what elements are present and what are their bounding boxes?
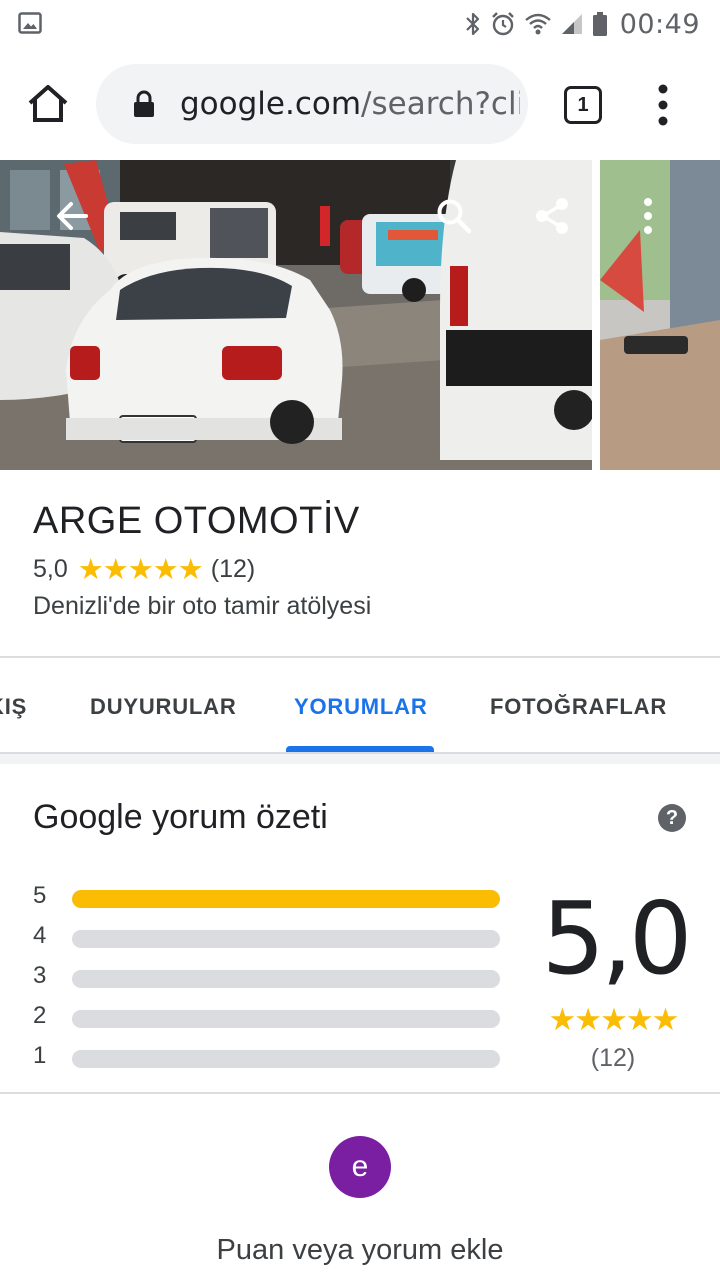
add-review-label[interactable]: Puan veya yorum ekle xyxy=(0,1234,720,1267)
average-score: 5,0 xyxy=(541,880,692,997)
url-text[interactable]: google.com/search?cli xyxy=(180,86,520,122)
rating-bar-track xyxy=(72,890,500,908)
search-icon xyxy=(437,199,472,234)
rating-bar-track xyxy=(72,970,500,988)
place-header: ARGE OTOMOTİV 5,0 ★★★★★ (12) Denizli'de … xyxy=(0,470,720,656)
rating-bar-label: 1 xyxy=(33,1042,47,1069)
browser-toolbar: google.com/search?cli 1 xyxy=(0,48,720,160)
rating-bar-label: 3 xyxy=(33,962,47,989)
lock-icon xyxy=(134,90,154,117)
battery-icon xyxy=(592,12,607,36)
more-vert-icon xyxy=(644,198,652,234)
tab-yorumlar[interactable]: YORUMLAR xyxy=(294,694,428,720)
tab-duyurular[interactable]: DUYURULAR xyxy=(90,694,237,720)
rating-bar-track xyxy=(72,1010,500,1028)
url-path: /search?cli xyxy=(361,86,520,122)
photo-carousel[interactable]: 20 PK 807 xyxy=(0,160,720,470)
rating-bar-label: 2 xyxy=(33,1002,47,1029)
tab-fotograflar[interactable]: FOTOĞRAFLAR xyxy=(490,694,667,720)
search-button[interactable] xyxy=(428,190,480,242)
add-review-section[interactable]: e Puan veya yorum ekle xyxy=(0,1094,720,1280)
status-icons: 00:49 xyxy=(464,6,700,42)
status-time: 00:49 xyxy=(619,8,700,40)
url-domain: google.com xyxy=(180,86,362,122)
place-name: ARGE OTOMOTİV xyxy=(33,500,360,542)
image-notification-icon xyxy=(18,12,42,34)
rating-bar-fill xyxy=(72,890,500,908)
rating-bar-row: 1 xyxy=(33,1042,503,1070)
share-icon xyxy=(536,198,568,234)
review-count: (12) xyxy=(210,555,256,583)
alarm-icon xyxy=(491,12,514,36)
share-button[interactable] xyxy=(526,190,578,242)
total-review-count: (12) xyxy=(590,1044,636,1072)
rating-bar-label: 5 xyxy=(33,882,47,909)
arrow-back-icon xyxy=(57,202,88,230)
place-category: Denizli'de bir oto tamir atölyesi xyxy=(33,592,372,620)
summary-title: Google yorum özeti xyxy=(33,798,328,836)
review-summary: Google yorum özeti ? 5 4 3 2 1 5,0 ★★★★★… xyxy=(0,754,720,1094)
rating-stars: ★★★★★ xyxy=(77,554,204,586)
rating-bar-row: 3 xyxy=(33,962,503,990)
rating-bar-row: 2 xyxy=(33,1002,503,1030)
wifi-icon xyxy=(524,13,551,35)
user-avatar[interactable]: e xyxy=(329,1136,391,1198)
place-tabs: KIŞ DUYURULAR YORUMLAR FOTOĞRAFLAR xyxy=(0,656,720,754)
active-tab-indicator xyxy=(286,746,434,752)
rating-bar-label: 4 xyxy=(33,922,47,949)
address-bar[interactable]: google.com/search?cli xyxy=(96,64,528,144)
rating-value: 5,0 xyxy=(33,555,68,583)
bluetooth-icon xyxy=(465,12,479,36)
average-stars: ★★★★★ xyxy=(548,1002,680,1037)
help-icon[interactable]: ? xyxy=(658,804,686,832)
rating-row[interactable]: 5,0 ★★★★★ (12) xyxy=(33,552,255,587)
more-menu-icon[interactable] xyxy=(648,82,678,128)
rating-bar-row: 5 xyxy=(33,882,503,910)
status-bar: 00:49 xyxy=(0,0,720,48)
tab-switcher-button[interactable]: 1 xyxy=(564,86,602,124)
rating-bar-track xyxy=(72,1050,500,1068)
tab-partial[interactable]: KIŞ xyxy=(0,694,27,720)
more-options-button[interactable] xyxy=(622,190,674,242)
rating-bar-row: 4 xyxy=(33,922,503,950)
signal-icon xyxy=(561,14,582,34)
home-icon[interactable] xyxy=(26,82,70,126)
back-button[interactable] xyxy=(46,190,98,242)
rating-bar-track xyxy=(72,930,500,948)
